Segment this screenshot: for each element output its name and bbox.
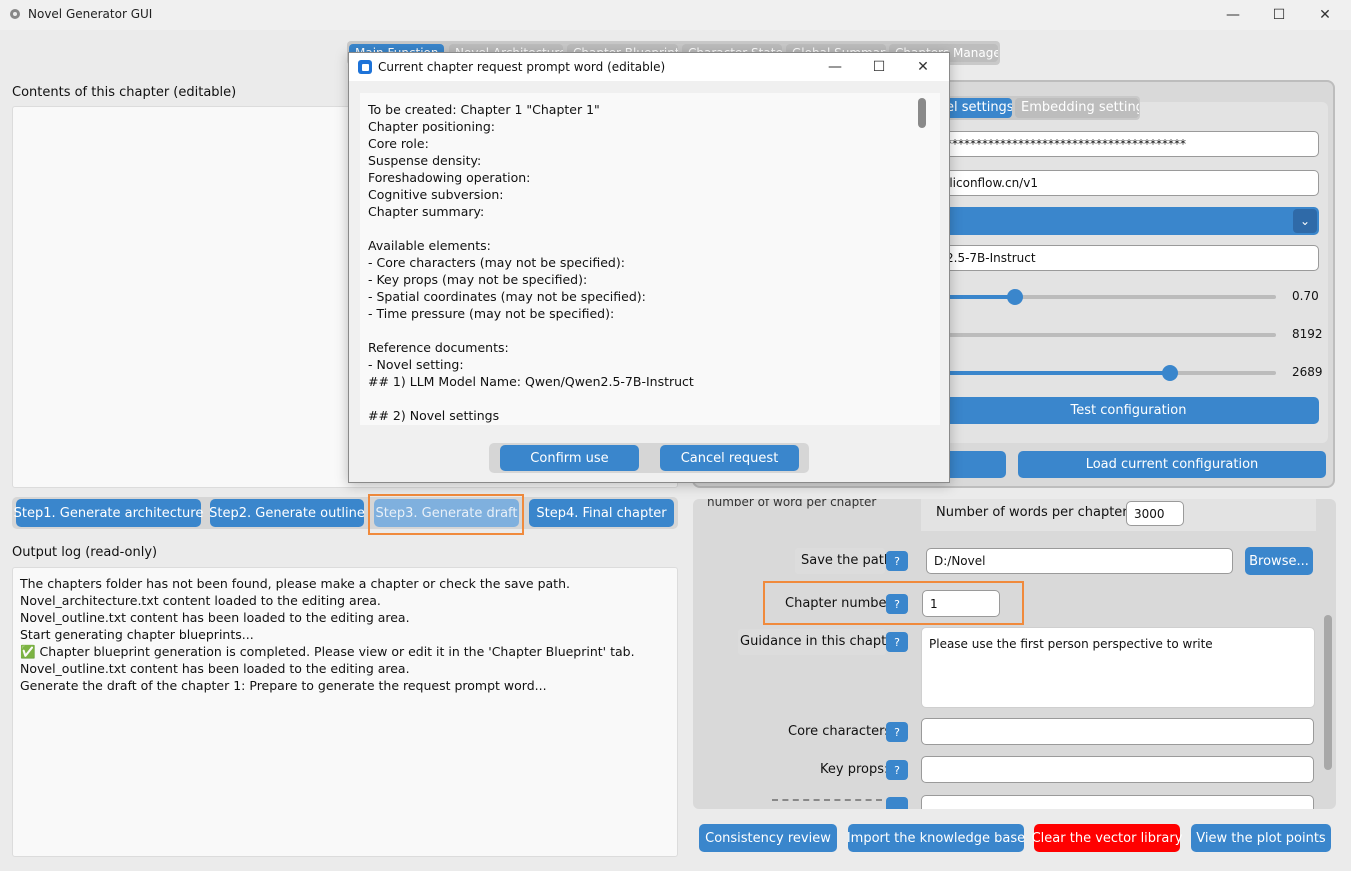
api-key-field[interactable]: **************************************** xyxy=(938,131,1319,157)
params-scrollbar[interactable] xyxy=(1324,615,1332,770)
spatial-help-icon-partial[interactable] xyxy=(886,797,908,809)
prompt-line: Foreshadowing operation: xyxy=(368,170,531,185)
output-log: The chapters folder has not been found, … xyxy=(12,567,678,857)
close-icon[interactable]: ✕ xyxy=(1302,0,1348,30)
timeout-value: 2689 xyxy=(1292,365,1323,379)
step3-highlight xyxy=(368,494,524,535)
prompt-line: Cognitive subversion: xyxy=(368,187,504,202)
chapter-contents-label: Contents of this chapter (editable) xyxy=(12,85,237,100)
max-tokens-slider[interactable] xyxy=(946,333,1276,337)
timeout-slider-fill xyxy=(946,371,1171,375)
minimize-icon[interactable]: — xyxy=(1210,0,1256,30)
confirm-use-button[interactable]: Confirm use xyxy=(500,445,639,471)
temperature-value: 0.70 xyxy=(1292,289,1319,303)
core-characters-help-icon[interactable]: ? xyxy=(886,722,908,742)
prompt-line: Suspense density: xyxy=(368,153,482,168)
prompt-line: - Time pressure (may not be specified): xyxy=(368,306,615,321)
spatial-label-partial xyxy=(772,797,882,809)
dialog-close-icon[interactable]: ✕ xyxy=(901,53,945,81)
step2-generate-outline-button[interactable]: Step2. Generate outline xyxy=(209,499,365,527)
prompt-line: ## 1) LLM Model Name: Qwen/Qwen2.5-7B-In… xyxy=(368,374,694,389)
words-per-chapter-input[interactable]: 3000 xyxy=(1126,501,1184,526)
prompt-line: Available elements: xyxy=(368,238,491,253)
guidance-label: Guidance in this chapter: xyxy=(740,634,904,649)
cancel-request-button[interactable]: Cancel request xyxy=(660,445,799,471)
log-line: The chapters folder has not been found, … xyxy=(20,576,570,591)
app-icon xyxy=(10,9,20,19)
spatial-input-partial[interactable] xyxy=(921,795,1314,809)
prompt-line: To be created: Chapter 1 "Chapter 1" xyxy=(368,102,600,117)
output-log-label: Output log (read-only) xyxy=(12,545,158,560)
log-line: Novel_outline.txt content has been loade… xyxy=(20,661,410,676)
dialog-title: Current chapter request prompt word (edi… xyxy=(378,60,666,74)
key-props-help-icon[interactable]: ? xyxy=(886,760,908,780)
core-characters-label: Core characters: xyxy=(788,724,896,739)
dialog-maximize-icon[interactable]: ☐ xyxy=(857,53,901,81)
model-name-field[interactable]: 2.5-7B-Instruct xyxy=(938,245,1319,271)
title-bar xyxy=(0,0,1351,30)
key-props-label: Key props: xyxy=(820,762,889,777)
maximize-icon[interactable]: ☐ xyxy=(1256,0,1302,30)
log-line: Novel_architecture.txt content loaded to… xyxy=(20,593,381,608)
chevron-down-icon[interactable]: ⌄ xyxy=(1293,209,1317,233)
window-title: Novel Generator GUI xyxy=(28,7,153,21)
log-line: Start generating chapter blueprints... xyxy=(20,627,254,642)
key-props-input[interactable] xyxy=(921,756,1314,783)
prompt-line: Core role: xyxy=(368,136,429,151)
log-line: Novel_outline.txt content has been loade… xyxy=(20,610,410,625)
prompt-line: - Novel setting: xyxy=(368,357,464,372)
prompt-line: Reference documents: xyxy=(368,340,509,355)
guidance-input[interactable]: Please use the first person perspective … xyxy=(921,627,1315,708)
prompt-line: - Key props (may not be specified): xyxy=(368,272,588,287)
clear-vector-library-button[interactable]: Clear the vector library xyxy=(1032,824,1182,852)
browse-button[interactable]: Browse... xyxy=(1245,547,1313,575)
base-url-field[interactable]: iliconflow.cn/v1 xyxy=(938,170,1319,196)
prompt-dialog: Current chapter request prompt word (edi… xyxy=(348,52,950,483)
interface-format-dropdown[interactable] xyxy=(938,207,1319,235)
prompt-scrollbar[interactable] xyxy=(918,98,926,128)
chapter-number-input[interactable]: 1 xyxy=(922,590,1000,617)
dialog-minimize-icon[interactable]: — xyxy=(813,53,857,81)
prompt-line: - Spatial coordinates (may not be specif… xyxy=(368,289,646,304)
save-path-label: Save the path: xyxy=(801,553,897,568)
prompt-textbox[interactable]: To be created: Chapter 1 "Chapter 1" Chap… xyxy=(360,93,940,425)
tab-embedding-settings[interactable]: Embedding settings xyxy=(1015,98,1139,118)
step4-final-chapter-button[interactable]: Step4. Final chapter xyxy=(529,499,674,527)
log-line: Generate the draft of the chapter 1: Pre… xyxy=(20,678,547,693)
step1-generate-architecture-button[interactable]: Step1. Generate architecture xyxy=(14,499,203,527)
core-characters-input[interactable] xyxy=(921,718,1314,745)
prompt-line: Chapter summary: xyxy=(368,204,485,219)
view-plot-points-button[interactable]: View the plot points xyxy=(1191,824,1331,852)
log-line: ✅ Chapter blueprint generation is comple… xyxy=(20,644,635,659)
guidance-help-icon[interactable]: ? xyxy=(886,632,908,652)
save-path-input[interactable]: D:/Novel xyxy=(926,548,1233,574)
test-configuration-button[interactable]: Test configuration xyxy=(938,397,1319,424)
words-per-chapter-cut-label: number of word per chapter xyxy=(707,499,877,509)
prompt-line: ## 2) Novel settings xyxy=(368,408,500,423)
save-path-help-icon[interactable]: ? xyxy=(886,551,908,571)
consistency-review-button[interactable]: Consistency review xyxy=(699,824,837,852)
prompt-line: - Core characters (may not be specified)… xyxy=(368,255,625,270)
temperature-slider-fill xyxy=(946,295,1016,299)
dialog-app-icon xyxy=(358,60,372,74)
import-knowledge-base-button[interactable]: Import the knowledge base xyxy=(847,824,1025,852)
chapter-number-label: Chapter number: xyxy=(785,596,896,611)
words-per-chapter-label: Number of words per chapter: xyxy=(936,505,1132,520)
chapter-number-help-icon[interactable]: ? xyxy=(886,594,908,614)
max-tokens-value: 8192 xyxy=(1292,327,1323,341)
prompt-line: Chapter positioning: xyxy=(368,119,496,134)
tab-model-settings[interactable]: el settings xyxy=(940,98,1012,118)
load-current-configuration-button[interactable]: Load current configuration xyxy=(1018,451,1326,478)
